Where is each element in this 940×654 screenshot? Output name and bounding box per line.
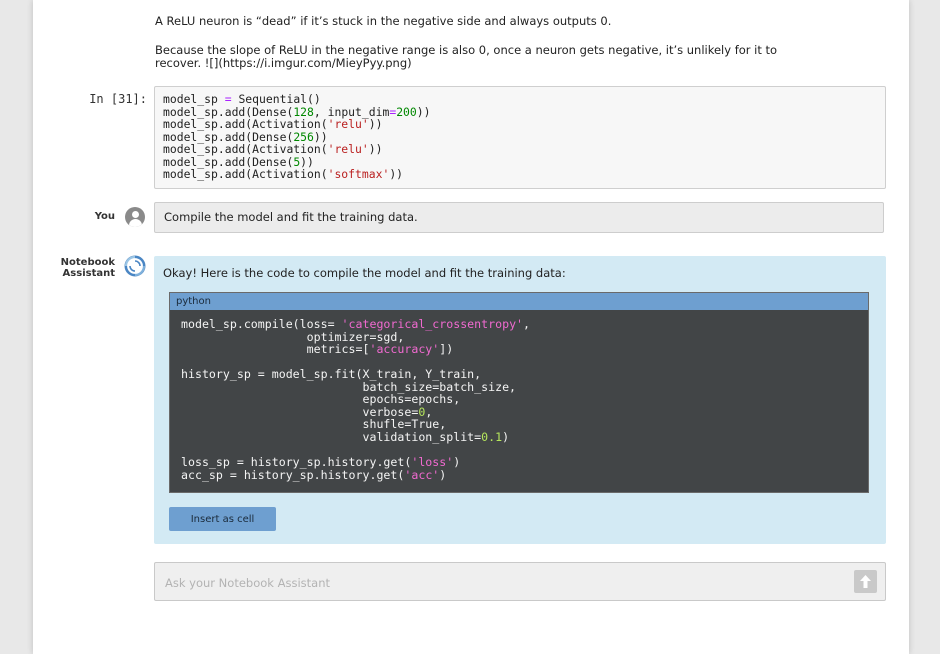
user-label: You bbox=[94, 211, 115, 222]
code-language-label: python bbox=[170, 293, 868, 310]
assistant-code: model_sp.compile(loss= 'categorical_cros… bbox=[170, 310, 868, 489]
markdown-line-recover: recover. ![](https://i.imgur.com/MieyPyy… bbox=[155, 56, 412, 70]
user-avatar-icon bbox=[125, 207, 145, 227]
arrow-up-icon bbox=[860, 575, 871, 588]
notebook-page: A ReLU neuron is “dead” if it’s stuck in… bbox=[33, 0, 909, 654]
code-cell-editor[interactable]: model_sp = Sequential() model_sp.add(Den… bbox=[154, 86, 886, 189]
send-button[interactable] bbox=[854, 570, 877, 593]
assistant-message: Okay! Here is the code to compile the mo… bbox=[154, 256, 886, 544]
assistant-label-line2: Assistant bbox=[62, 268, 115, 279]
assistant-swirl-icon bbox=[124, 255, 146, 277]
insert-as-cell-button[interactable]: Insert as cell bbox=[169, 507, 276, 531]
code-line: model_sp.add(Activation('softmax')) bbox=[163, 167, 404, 182]
code-line: validation_split=0.1) bbox=[181, 429, 510, 444]
user-message: Compile the model and fit the training d… bbox=[154, 202, 884, 233]
markdown-line-dead-relu: A ReLU neuron is “dead” if it’s stuck in… bbox=[155, 14, 612, 28]
assistant-label: Notebook Assistant bbox=[53, 257, 115, 279]
assistant-intro: Okay! Here is the code to compile the mo… bbox=[163, 266, 566, 280]
assistant-input-box[interactable] bbox=[154, 562, 886, 601]
assistant-code-block: python model_sp.compile(loss= 'categoric… bbox=[169, 292, 869, 493]
code-line: metrics=['accuracy']) bbox=[181, 342, 454, 357]
assistant-label-line1: Notebook bbox=[60, 257, 115, 268]
code-line: acc_sp = history_sp.history.get('acc') bbox=[181, 467, 447, 482]
ask-assistant-input[interactable] bbox=[163, 572, 837, 594]
cell-prompt: In [31]: bbox=[89, 92, 147, 106]
code-cell-source[interactable]: model_sp = Sequential() model_sp.add(Den… bbox=[155, 87, 885, 187]
